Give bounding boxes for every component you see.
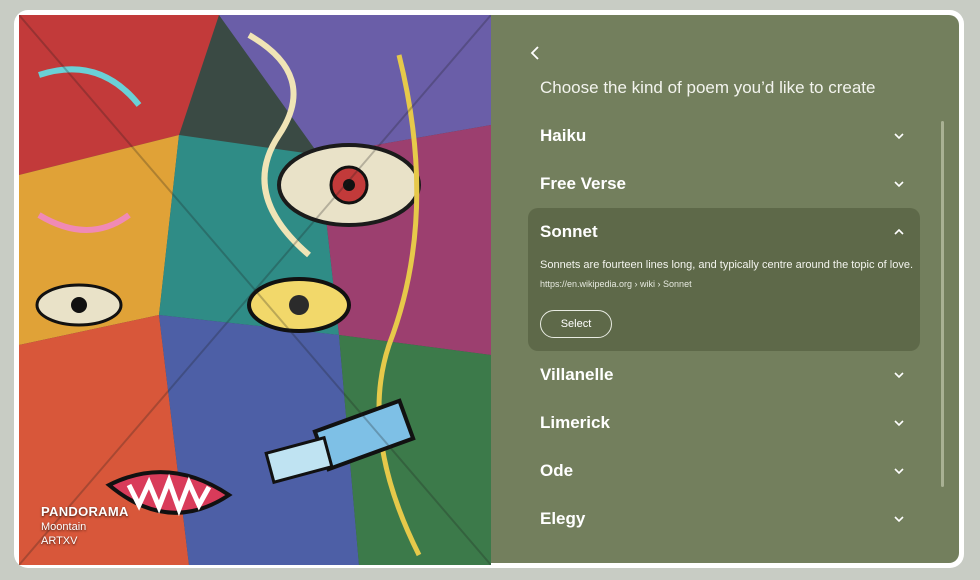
chevron-up-icon <box>894 228 904 235</box>
chevron-down-icon <box>894 181 904 188</box>
sonnet-description: Sonnets are fourteen lines long, and typ… <box>540 259 914 271</box>
artwork-image: PANDORAMA Moontain ARTXV <box>19 15 491 565</box>
poem-type-panel: Choose the kind of poem you’d like to cr… <box>491 15 959 563</box>
poem-type-label: Sonnet <box>540 222 598 241</box>
poem-type-sonnet[interactable]: Sonnet Sonnets are fourteen lines long, … <box>528 208 920 351</box>
chevron-left-icon <box>530 46 539 60</box>
chevron-down-icon <box>894 133 904 140</box>
page-title: Choose the kind of poem you’d like to cr… <box>540 78 876 97</box>
poem-type-list: Haiku Free Verse Sonnet Sonnets are four… <box>528 112 920 543</box>
chevron-down-icon <box>894 420 904 427</box>
chevron-down-icon <box>894 468 904 475</box>
poem-type-villanelle[interactable]: Villanelle <box>528 351 920 399</box>
poem-type-label: Villanelle <box>540 365 614 384</box>
poem-type-label: Elegy <box>540 509 586 528</box>
sonnet-source-link[interactable]: https://en.wikipedia.org › wiki › Sonnet <box>540 279 692 289</box>
artwork-painting <box>19 15 491 565</box>
artwork-caption: PANDORAMA Moontain ARTXV <box>41 504 129 547</box>
poem-type-free-verse[interactable]: Free Verse <box>528 160 920 208</box>
chevron-down-icon <box>894 516 904 523</box>
poem-type-haiku[interactable]: Haiku <box>528 112 920 160</box>
chevron-down-icon <box>894 372 904 379</box>
poem-type-elegy[interactable]: Elegy <box>528 495 920 543</box>
artwork-subtitle: Moontain <box>41 521 87 533</box>
poem-type-label: Haiku <box>540 126 587 145</box>
poem-type-label: Free Verse <box>540 174 627 193</box>
artwork-artist: ARTXV <box>41 535 78 547</box>
poem-type-ode[interactable]: Ode <box>528 447 920 495</box>
artwork-title: PANDORAMA <box>41 504 129 519</box>
app-window: PANDORAMA Moontain ARTXV Choose the kind… <box>14 10 964 568</box>
poem-type-limerick[interactable]: Limerick <box>528 399 920 447</box>
poem-type-label: Ode <box>540 461 574 480</box>
poem-type-label: Limerick <box>540 413 610 432</box>
select-button[interactable]: Select <box>540 310 612 338</box>
back-button[interactable] <box>525 43 545 63</box>
scrollbar[interactable] <box>941 121 944 487</box>
